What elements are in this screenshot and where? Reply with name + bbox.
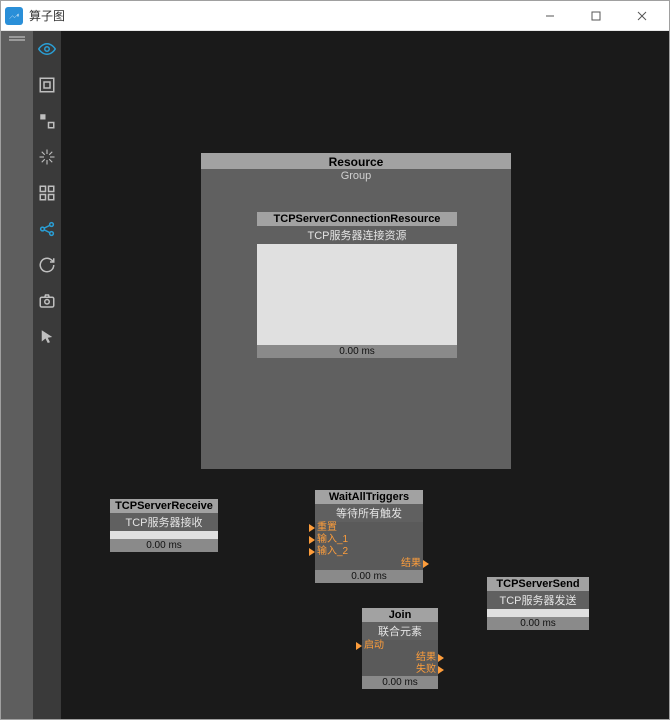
grip-icon: [9, 35, 25, 43]
camera-icon[interactable]: [35, 289, 59, 313]
node-title: TCPServerSend: [487, 577, 589, 591]
port-result[interactable]: 结果: [315, 558, 423, 570]
node-time: 0.00 ms: [257, 345, 457, 358]
port-fail[interactable]: 失败: [362, 664, 438, 676]
cursor-icon[interactable]: [35, 325, 59, 349]
node-tcp-server-send[interactable]: TCPServerSend TCP服务器发送 0.00 ms: [487, 577, 589, 630]
port-reset[interactable]: 重置: [315, 522, 423, 534]
snap-icon[interactable]: [35, 145, 59, 169]
minimize-button[interactable]: [527, 1, 573, 31]
node-body: [110, 531, 218, 539]
left-toolbar: [33, 31, 61, 719]
node-wait-all-triggers[interactable]: WaitAllTriggers 等待所有触发 重置 输入_1 输入_2 结果 0…: [315, 490, 423, 583]
node-title: Resource: [201, 153, 511, 169]
node-subtitle: TCP服务器连接资源: [257, 226, 457, 244]
bounding-box-icon[interactable]: [35, 73, 59, 97]
node-title: TCPServerReceive: [110, 499, 218, 513]
panel-drag-handle[interactable]: [1, 31, 33, 719]
window-title: 算子图: [29, 7, 527, 24]
port-result[interactable]: 结果: [362, 652, 438, 664]
node-body: 重置 输入_1 输入_2 结果: [315, 522, 423, 570]
body: Resource Group TCPServerConnectionResour…: [1, 31, 669, 719]
node-subtitle: 联合元素: [362, 622, 438, 640]
node-tcp-connection-resource[interactable]: TCPServerConnectionResource TCP服务器连接资源 0…: [257, 212, 457, 358]
node-subtitle: Group: [201, 169, 511, 188]
node-subtitle: 等待所有触发: [315, 504, 423, 522]
node-time: 0.00 ms: [315, 570, 423, 583]
node-time: 0.00 ms: [362, 676, 438, 689]
titlebar: 算子图: [1, 1, 669, 31]
maximize-button[interactable]: [573, 1, 619, 31]
node-title: WaitAllTriggers: [315, 490, 423, 504]
grid-icon[interactable]: [35, 181, 59, 205]
node-tcp-server-receive[interactable]: TCPServerReceive TCP服务器接收 0.00 ms: [110, 499, 218, 552]
node-body: 启动 结果 失败: [362, 640, 438, 676]
app-icon: [5, 7, 23, 25]
node-join[interactable]: Join 联合元素 启动 结果 失败 0.00 ms: [362, 608, 438, 689]
graph-canvas[interactable]: Resource Group TCPServerConnectionResour…: [61, 31, 669, 719]
node-time: 0.00 ms: [110, 539, 218, 552]
node-time: 0.00 ms: [487, 617, 589, 630]
port-input-2[interactable]: 输入_2: [315, 546, 423, 558]
share-icon[interactable]: [35, 217, 59, 241]
port-input-1[interactable]: 输入_1: [315, 534, 423, 546]
node-title: Join: [362, 608, 438, 622]
close-button[interactable]: [619, 1, 665, 31]
node-subtitle: TCP服务器接收: [110, 513, 218, 531]
refresh-icon[interactable]: [35, 253, 59, 277]
node-subtitle: TCP服务器发送: [487, 591, 589, 609]
node-title: TCPServerConnectionResource: [257, 212, 457, 226]
app-window: 算子图: [0, 0, 670, 720]
port-start[interactable]: 启动: [362, 640, 438, 652]
node-body: [257, 244, 457, 345]
connector-icon[interactable]: [35, 109, 59, 133]
node-body: [487, 609, 589, 617]
window-controls: [527, 1, 665, 31]
eye-icon[interactable]: [35, 37, 59, 61]
